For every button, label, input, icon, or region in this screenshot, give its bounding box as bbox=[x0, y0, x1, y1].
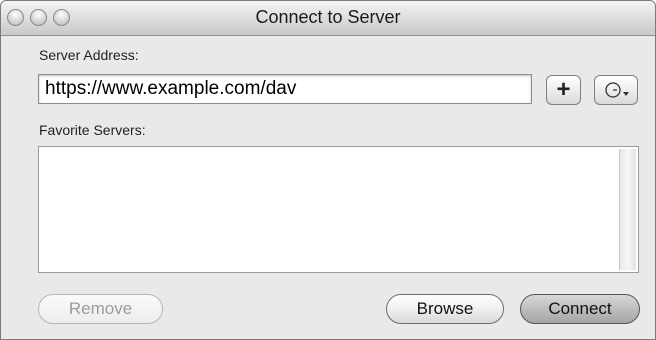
add-favorite-button[interactable]: + bbox=[546, 75, 581, 105]
favorite-servers-list[interactable] bbox=[38, 146, 639, 273]
connect-button[interactable]: Connect bbox=[520, 294, 640, 324]
browse-button[interactable]: Browse bbox=[386, 294, 504, 324]
connect-to-server-window: Connect to Server Server Address: https:… bbox=[0, 0, 656, 340]
server-address-label: Server Address: bbox=[39, 47, 139, 63]
clock-dropdown-icon bbox=[605, 82, 629, 98]
favorite-servers-label: Favorite Servers: bbox=[39, 122, 146, 138]
recent-servers-button[interactable] bbox=[594, 75, 638, 105]
favorites-scrollbar[interactable] bbox=[619, 149, 636, 270]
server-address-input[interactable]: https://www.example.com/dav bbox=[38, 74, 532, 104]
title-bar: Connect to Server bbox=[1, 1, 655, 36]
plus-icon: + bbox=[556, 76, 571, 103]
window-title: Connect to Server bbox=[255, 7, 401, 27]
remove-button[interactable]: Remove bbox=[38, 294, 163, 324]
